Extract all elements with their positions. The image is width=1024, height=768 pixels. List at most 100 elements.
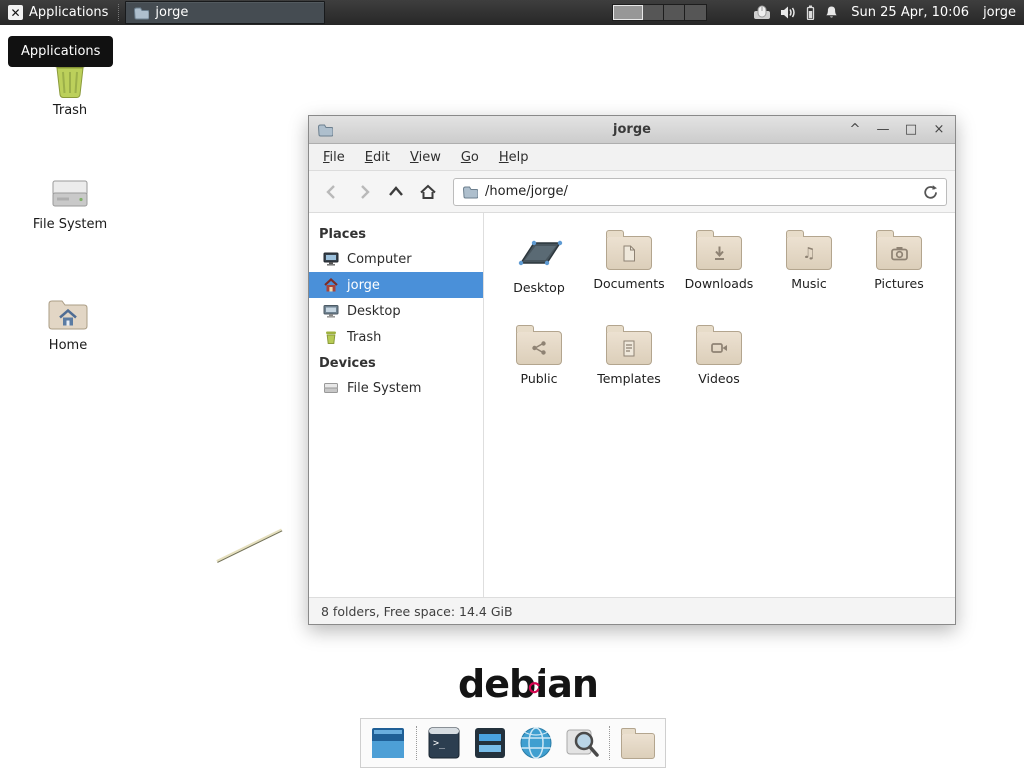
folder-item-documents[interactable]: Documents: [585, 227, 673, 322]
home-button[interactable]: [413, 178, 443, 206]
notifications-bell-icon[interactable]: [824, 5, 839, 20]
sidebar-item-file-system[interactable]: File System: [309, 375, 483, 401]
menu-help[interactable]: Help: [491, 146, 537, 169]
template-emblem-icon: [622, 340, 636, 357]
maximize-button[interactable]: □: [903, 122, 919, 137]
applications-tooltip: Applications: [8, 36, 113, 67]
desktop-icon: [323, 303, 339, 319]
folder-item-public[interactable]: Public: [495, 322, 583, 417]
minimize-button[interactable]: —: [875, 122, 891, 137]
menu-edit[interactable]: Edit: [357, 146, 398, 169]
close-button[interactable]: ×: [931, 122, 947, 137]
folder-icon: [621, 733, 655, 759]
folder-item-music[interactable]: ♫ Music: [765, 227, 853, 322]
up-button[interactable]: [381, 178, 411, 206]
dock-separator: [416, 726, 417, 760]
desktop-icon-label: Home: [49, 338, 87, 353]
sidebar-places-header: Places: [309, 221, 483, 246]
document-emblem-icon: [622, 245, 636, 262]
dock-item-app-finder[interactable]: [563, 724, 600, 762]
bottom-dock: >_: [360, 718, 666, 768]
workspace-3[interactable]: [664, 5, 685, 20]
path-bar[interactable]: /home/jorge/: [453, 178, 947, 206]
applications-menu-icon: ✕: [8, 5, 23, 20]
sidebar-item-label: Trash: [347, 330, 381, 345]
battery-icon[interactable]: [806, 5, 815, 20]
dock-item-file-manager[interactable]: [619, 724, 656, 762]
menu-go[interactable]: Go: [453, 146, 487, 169]
camera-emblem-icon: [891, 246, 908, 261]
folder-icon: [876, 236, 922, 270]
forward-button[interactable]: [349, 178, 379, 206]
stray-line: [216, 529, 282, 563]
drive-icon: [50, 176, 90, 212]
folder-label: Pictures: [874, 276, 924, 291]
desktop-surface-icon: [513, 230, 565, 274]
share-emblem-icon: [531, 340, 547, 356]
sidebar-item-trash[interactable]: Trash: [309, 324, 483, 350]
folder-label: Music: [791, 276, 827, 291]
top-panel: ✕ Applications jorge: [0, 0, 1024, 25]
folder-label: Videos: [698, 371, 740, 386]
applications-menu-button[interactable]: ✕ Applications: [0, 0, 116, 25]
folder-icon: [133, 6, 149, 20]
desktop-icon-filesystem[interactable]: File System: [22, 176, 118, 232]
menu-file[interactable]: File: [315, 146, 353, 169]
dock-item-window-list[interactable]: [472, 724, 509, 762]
sidebar-item-computer[interactable]: Computer: [309, 246, 483, 272]
folder-label: Public: [521, 371, 558, 386]
dock-item-web-browser[interactable]: [517, 724, 554, 762]
chevron-up-icon: [387, 183, 405, 201]
taskbar-window-label: jorge: [155, 5, 188, 20]
video-emblem-icon: [711, 341, 728, 355]
folder-label: Templates: [597, 371, 661, 386]
workspace-2[interactable]: [643, 5, 664, 20]
sidebar-item-label: Computer: [347, 252, 412, 267]
folder-item-videos[interactable]: Videos: [675, 322, 763, 417]
desktop-icon-label: File System: [33, 217, 107, 232]
file-grid: Desktop Documents Down: [484, 213, 955, 597]
shade-button[interactable]: ^: [847, 122, 863, 137]
music-note-emblem-icon: ♫: [802, 246, 815, 261]
file-manager-window: jorge ^ — □ × File Edit View Go Help: [308, 115, 956, 625]
panel-separator: [118, 4, 119, 21]
home-icon: [418, 183, 438, 201]
folder-icon: [696, 236, 742, 270]
statusbar: 8 folders, Free space: 14.4 GiB: [309, 597, 955, 624]
sidebar-item-desktop[interactable]: Desktop: [309, 298, 483, 324]
folder-item-templates[interactable]: Templates: [585, 322, 673, 417]
folder-item-pictures[interactable]: Pictures: [855, 227, 943, 322]
terminal-icon: >_: [427, 726, 461, 760]
folder-icon: [606, 331, 652, 365]
window-list-icon: [473, 726, 507, 760]
panel-username: jorge: [983, 5, 1016, 20]
sidebar: Places Computer jorge: [309, 213, 484, 597]
desktop-icon-home[interactable]: Home: [20, 296, 116, 353]
dock-item-terminal[interactable]: >_: [426, 724, 463, 762]
folder-item-desktop[interactable]: Desktop: [495, 227, 583, 322]
taskbar-window-button[interactable]: jorge: [125, 1, 325, 24]
chevron-right-icon: [355, 183, 373, 201]
address-field[interactable]: /home/jorge/: [485, 184, 915, 199]
workspace-4[interactable]: [685, 5, 706, 20]
sidebar-item-label: Desktop: [347, 304, 401, 319]
mouse-settings-icon[interactable]: [753, 5, 771, 20]
volume-icon[interactable]: [780, 5, 797, 20]
back-button[interactable]: [317, 178, 347, 206]
titlebar[interactable]: jorge ^ — □ ×: [309, 116, 955, 144]
panel-clock[interactable]: Sun 25 Apr, 10:06: [851, 5, 969, 20]
magnifier-icon: [564, 725, 600, 761]
workspace-1[interactable]: [613, 5, 643, 20]
menubar: File Edit View Go Help: [309, 144, 955, 171]
workspace-switcher: [612, 4, 707, 21]
reload-icon[interactable]: [922, 184, 938, 200]
svg-text:>_: >_: [433, 738, 446, 749]
debian-swirl-icon: [527, 660, 541, 674]
menu-view[interactable]: View: [402, 146, 449, 169]
dock-item-show-desktop[interactable]: [370, 724, 407, 762]
sidebar-item-label: File System: [347, 381, 421, 396]
folder-item-downloads[interactable]: Downloads: [675, 227, 763, 322]
sidebar-devices-header: Devices: [309, 350, 483, 375]
folder-icon: [462, 185, 478, 199]
sidebar-item-jorge[interactable]: jorge: [309, 272, 483, 298]
